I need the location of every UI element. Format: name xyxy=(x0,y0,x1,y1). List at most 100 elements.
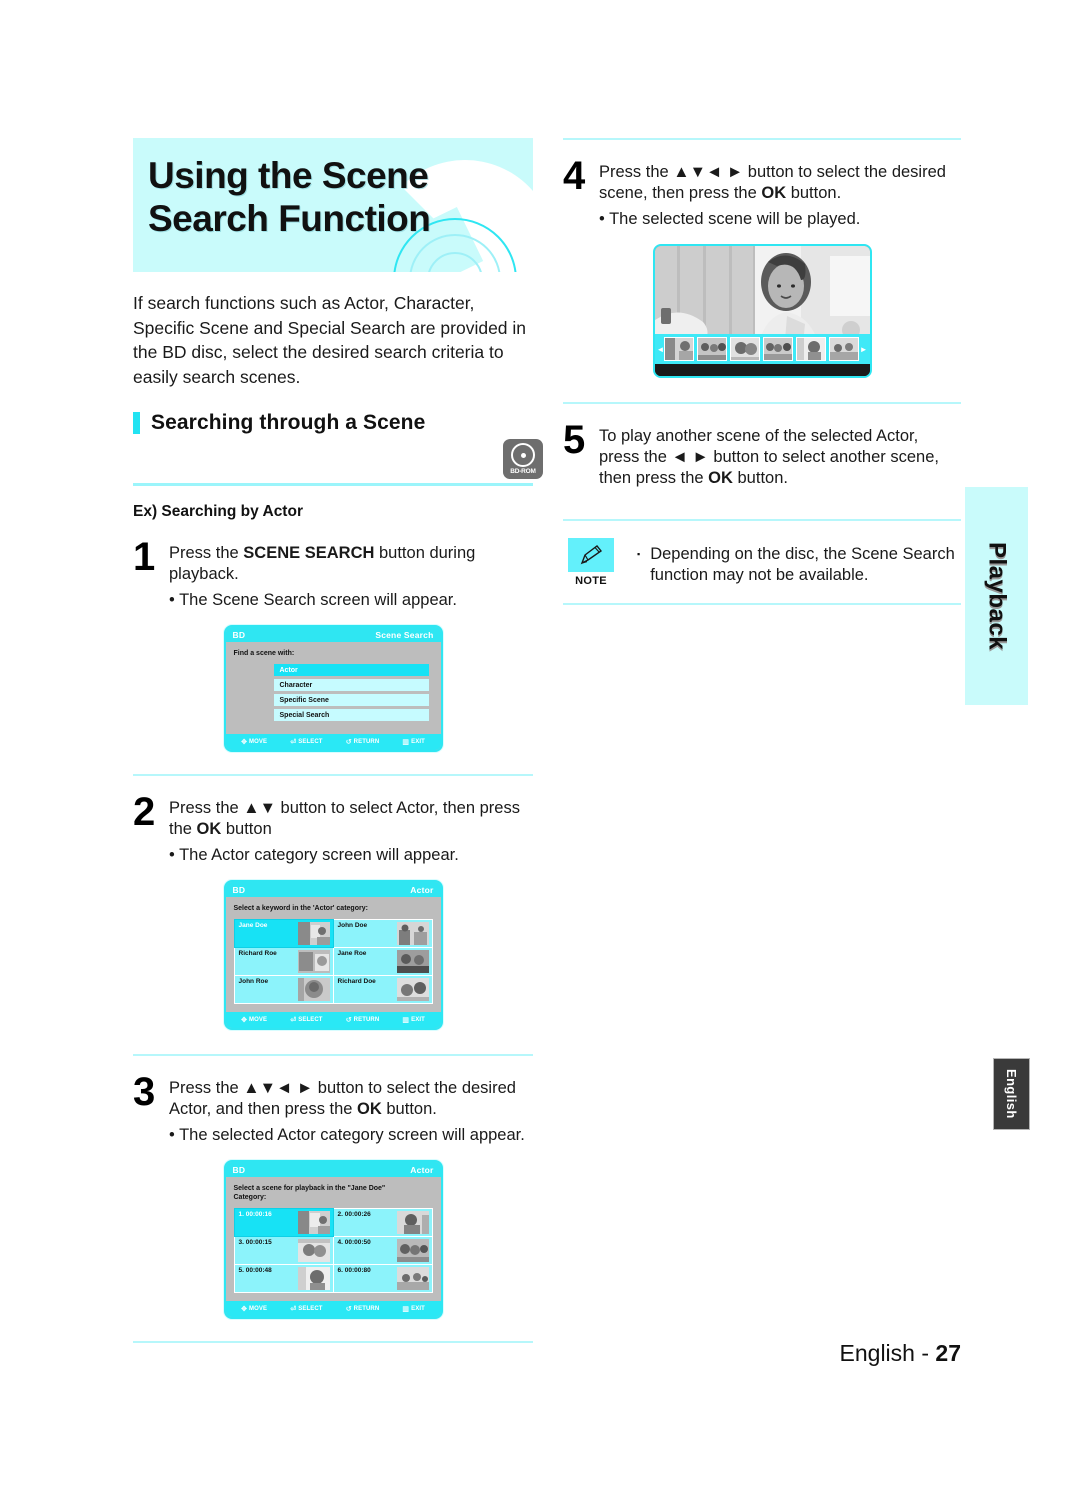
osd-nav-select[interactable]: ⏎ SELECT xyxy=(290,1017,322,1024)
osd-menu-item-actor[interactable]: Actor xyxy=(273,664,429,676)
osd-cell-label: Richard Doe xyxy=(337,978,376,985)
filmstrip-thumb-6[interactable] xyxy=(828,337,859,361)
divider xyxy=(563,402,961,404)
enter-icon: ⏎ xyxy=(290,738,297,746)
filmstrip-thumb-4[interactable] xyxy=(762,337,793,361)
thumbnail-image xyxy=(396,1211,429,1234)
filmstrip-left-arrow[interactable]: ◄ xyxy=(657,345,665,354)
thumbnail-image xyxy=(297,1239,330,1262)
osd-nav-exit-label: EXIT xyxy=(411,1306,425,1312)
osd-cell-label: 3. 00:00:15 xyxy=(238,1239,272,1246)
step-4: 4 Press the ▲▼◄ ► button to select the d… xyxy=(563,156,961,230)
osd-nav-move-label: MOVE xyxy=(249,1017,268,1023)
thumbnail-image xyxy=(297,922,330,945)
step-3-sub: • The selected Actor category screen wil… xyxy=(169,1126,525,1144)
exit-icon: ▥ xyxy=(402,738,410,746)
osd-nav-exit-label: EXIT xyxy=(411,1017,425,1023)
step-1-number: 1 xyxy=(133,535,156,579)
thumbnail-image xyxy=(396,978,429,1001)
osd-right-label: Actor xyxy=(410,884,434,895)
thumbnail-image xyxy=(297,1211,330,1234)
osd-scene-cell-3[interactable]: 3. 00:00:15 xyxy=(234,1237,333,1264)
osd-body: Select a keyword in the 'Actor' category… xyxy=(226,897,441,1012)
manual-page: Using the Scene Search Function If searc… xyxy=(0,0,1080,1487)
scene-playback-screenshot: ◄ ► xyxy=(652,244,872,378)
enter-icon: ⏎ xyxy=(290,1016,297,1024)
note-label: NOTE xyxy=(575,575,607,587)
side-tab-playback: Playback xyxy=(965,487,1028,705)
osd-cell-jane-roe[interactable]: Jane Roe xyxy=(333,948,432,975)
footer-language: English xyxy=(839,1340,915,1366)
step-1-line1-pre: Press the xyxy=(169,544,244,562)
filmstrip-right-arrow[interactable]: ► xyxy=(860,345,868,354)
divider xyxy=(133,1341,533,1343)
osd-right-label: Scene Search xyxy=(375,629,434,640)
osd-nav-return-label: RETURN xyxy=(353,1017,380,1023)
step-4-ok: OK xyxy=(761,184,787,202)
osd-nav-select[interactable]: ⏎ SELECT xyxy=(290,1306,322,1313)
osd-nav-return[interactable]: ↺ RETURN xyxy=(346,1017,380,1024)
osd-scene-cell-1[interactable]: 1. 00:00:16 xyxy=(233,1208,334,1237)
step-2-arrows: ▲▼ xyxy=(243,799,276,817)
osd-menu-item-character[interactable]: Character xyxy=(273,679,429,691)
osd-prompt: Select a scene for playback in the "Jane… xyxy=(234,1184,433,1202)
osd-nav-move[interactable]: ✥ MOVE xyxy=(241,1306,267,1313)
step-2-line2-post: button xyxy=(221,820,272,838)
divider xyxy=(563,138,961,140)
page-header-banner: Using the Scene Search Function xyxy=(133,138,533,272)
exit-icon: ▥ xyxy=(402,1305,410,1313)
osd-nav-return-label: RETURN xyxy=(353,1306,380,1312)
thumbnail-image xyxy=(396,950,429,973)
return-icon: ↺ xyxy=(345,1305,352,1313)
osd-nav-exit[interactable]: ▥ EXIT xyxy=(402,1306,424,1313)
filmstrip-thumb-1[interactable] xyxy=(663,337,694,361)
section-title: Searching through a Scene xyxy=(151,411,426,434)
step-5: 5 To play another scene of the selected … xyxy=(563,420,961,489)
osd-cell-label: 2. 00:00:26 xyxy=(337,1211,371,1218)
osd-cell-jane-doe[interactable]: Jane Doe xyxy=(233,919,334,948)
step-5-line3-post: button. xyxy=(732,469,788,487)
step-2-text: Press the ▲▼ button to select Actor, the… xyxy=(169,794,533,866)
osd-cell-john-roe[interactable]: John Roe xyxy=(234,976,333,1003)
osd-cell-label: 4. 00:00:50 xyxy=(337,1239,371,1246)
osd-scene-cell-4[interactable]: 4. 00:00:50 xyxy=(333,1237,432,1264)
osd-left-label: BD xyxy=(232,629,246,640)
osd-nav-select[interactable]: ⏎ SELECT xyxy=(290,739,322,746)
osd-nav-move[interactable]: ✥ MOVE xyxy=(241,739,267,746)
osd-nav-select-label: SELECT xyxy=(298,1017,323,1023)
enter-icon: ⏎ xyxy=(290,1305,297,1313)
osd-nav-exit[interactable]: ▥ EXIT xyxy=(402,739,424,746)
osd-actor-scenes: BD Actor Select a scene for playback in … xyxy=(223,1160,443,1319)
filmstrip-thumb-3[interactable] xyxy=(729,337,760,361)
osd-scene-cell-5[interactable]: 5. 00:00:48 xyxy=(234,1265,333,1292)
left-column: Using the Scene Search Function If searc… xyxy=(133,138,543,1343)
osd-titlebar: BD Actor xyxy=(225,1162,441,1177)
osd-menu-item-specific-scene[interactable]: Specific Scene xyxy=(273,694,429,706)
osd-nav-return[interactable]: ↺ RETURN xyxy=(346,1306,380,1313)
osd-nav-exit[interactable]: ▥ EXIT xyxy=(402,1017,424,1024)
return-icon: ↺ xyxy=(345,738,352,746)
thumbnail-image xyxy=(396,922,429,945)
osd-nav-select-label: SELECT xyxy=(298,739,323,745)
step-4-text: Press the ▲▼◄ ► button to select the des… xyxy=(599,158,961,230)
osd-scene-cell-6[interactable]: 6. 00:00:80 xyxy=(333,1265,432,1292)
intro-paragraph: If search functions such as Actor, Chara… xyxy=(133,293,527,387)
osd-cell-richard-roe[interactable]: Richard Roe xyxy=(234,948,333,975)
media-badge-row: BD-ROM xyxy=(133,435,543,483)
dpad-icon: ✥ xyxy=(241,738,248,746)
filmstrip-thumb-5[interactable] xyxy=(795,337,826,361)
playback-bottom-band xyxy=(654,364,870,376)
osd-nav-move[interactable]: ✥ MOVE xyxy=(241,1017,267,1024)
filmstrip-thumb-2[interactable] xyxy=(696,337,727,361)
dpad-icon: ✥ xyxy=(241,1016,248,1024)
osd-cell-john-doe[interactable]: John Doe xyxy=(333,920,432,947)
osd-prompt: Find a scene with: xyxy=(233,650,295,657)
step-2-number: 2 xyxy=(133,790,156,834)
osd-cell-label: John Doe xyxy=(337,922,368,929)
scene-filmstrip[interactable]: ◄ ► xyxy=(654,334,870,364)
osd-scene-cell-2[interactable]: 2. 00:00:26 xyxy=(333,1209,432,1236)
osd-keyword-grid: Jane Doe John Doe Richard Roe Jane Roe J… xyxy=(233,919,433,1004)
osd-nav-return[interactable]: ↺ RETURN xyxy=(346,739,380,746)
osd-cell-richard-doe[interactable]: Richard Doe xyxy=(333,976,432,1003)
osd-menu-item-special-search[interactable]: Special Search xyxy=(273,709,429,721)
